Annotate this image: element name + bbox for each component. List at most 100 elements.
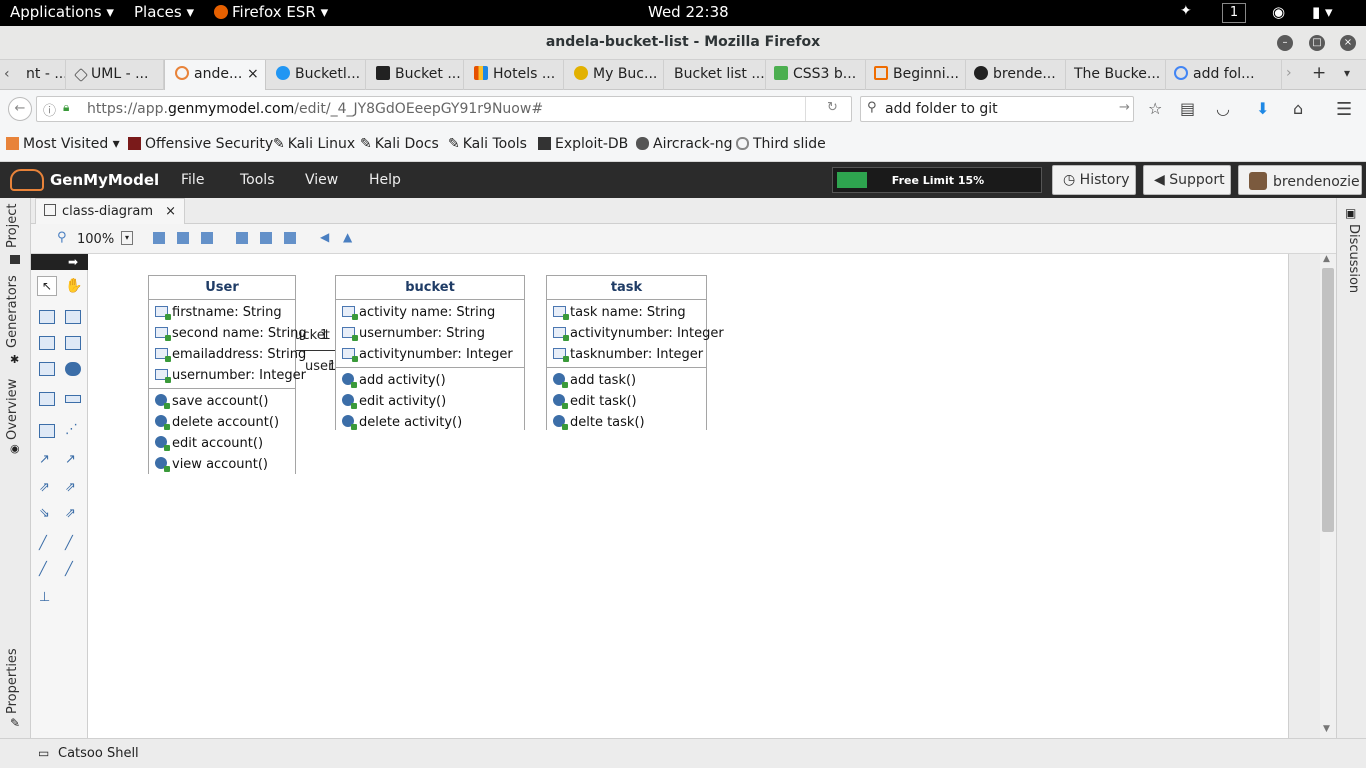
close-doc-tab-icon[interactable]: × (165, 204, 176, 219)
attribute-row[interactable]: activitynumber: Integer (547, 323, 724, 344)
workspace-indicator[interactable]: 1 (1222, 3, 1246, 23)
class-name[interactable]: bucket (336, 276, 524, 300)
zoom-select[interactable]: 100% (77, 232, 114, 247)
operation-row[interactable]: view account() (149, 454, 295, 475)
attribute-row[interactable]: usernumber: String (336, 323, 524, 344)
operation-tool-icon[interactable] (65, 362, 81, 376)
pocket-icon[interactable]: ◡ (1216, 99, 1230, 118)
operation-row[interactable]: delete account() (149, 412, 295, 433)
menu-tools[interactable]: Tools (240, 172, 275, 188)
canvas-vertical-scrollbar[interactable]: ▲ ▼ (1320, 254, 1336, 738)
attribute-row[interactable]: tasknumber: Integer (547, 344, 706, 365)
operation-row[interactable]: save account() (149, 391, 295, 412)
class-user[interactable]: User firstname: String second name: Stri… (148, 275, 307, 477)
attribute-row[interactable]: activity name: String (336, 302, 524, 323)
clock[interactable]: Wed 22:38 (648, 3, 729, 21)
dependency-tool-icon[interactable]: ⇗ (39, 480, 50, 495)
shell-label[interactable]: Catsoo Shell (58, 746, 139, 761)
bookmark-aircrack-ng[interactable]: Aircrack-ng (636, 136, 733, 152)
operation-row[interactable]: edit activity() (336, 391, 524, 412)
class-bucket[interactable]: bucket activity name: String usernumber:… (335, 275, 525, 435)
comment-tool-icon[interactable] (39, 424, 55, 438)
url-bar[interactable]: ⓘ 🔒︎ https://app.genmymodel.com/edit/_4_… (36, 96, 852, 122)
tab-1[interactable]: UML - ... (66, 60, 164, 90)
literal-tool-icon[interactable] (65, 395, 81, 403)
side-tab-project[interactable]: Project (5, 204, 20, 248)
tab-5[interactable]: Hotels ... (464, 60, 564, 90)
interface-tool-icon[interactable] (39, 336, 55, 350)
operation-row[interactable]: edit account() (149, 433, 295, 454)
operation-row[interactable]: add activity() (336, 370, 524, 391)
attribute-row[interactable]: activitynumber: Integer (336, 344, 524, 365)
user-menu-button[interactable]: brendenozie (1238, 165, 1362, 195)
bookmark-kali-docs[interactable]: ✎ Kali Docs (360, 136, 439, 152)
package-tool-icon[interactable] (39, 310, 55, 324)
hand-tool-icon[interactable]: ✋ (65, 278, 82, 294)
downloads-icon[interactable]: ⬇ (1256, 99, 1269, 118)
close-tab-icon[interactable]: × (247, 66, 259, 82)
tab-3[interactable]: Bucketl... (266, 60, 366, 90)
undo-icon[interactable]: ◀ (320, 230, 329, 244)
usage-tool-icon[interactable]: ⇘ (39, 506, 50, 521)
tab-10[interactable]: brende... (966, 60, 1066, 90)
places-menu[interactable]: Places ▾ (134, 3, 194, 21)
applications-menu[interactable]: Applications ▾ (10, 3, 114, 21)
home-icon[interactable]: ⌂ (1293, 99, 1303, 118)
operation-row[interactable]: add task() (547, 370, 706, 391)
tab-7[interactable]: Bucket list ... (664, 60, 766, 90)
redo-icon[interactable]: ▲ (343, 230, 352, 244)
align-right-icon[interactable] (284, 232, 296, 244)
tab-class-diagram[interactable]: class-diagram × (35, 198, 186, 224)
align-top-icon[interactable] (153, 232, 165, 244)
tab-2-active[interactable]: ande... × (164, 60, 266, 91)
bookmark-star-icon[interactable]: ☆ (1148, 99, 1162, 118)
bookmark-most-visited[interactable]: Most Visited ▾ (6, 136, 120, 152)
search-input[interactable]: add folder to git (885, 101, 998, 117)
line-tool-icon[interactable]: ╱ (39, 536, 47, 551)
scrollbar-thumb[interactable] (1322, 268, 1334, 532)
history-button[interactable]: ◷ History (1052, 165, 1136, 195)
align-center-icon[interactable] (260, 232, 272, 244)
lock-icon[interactable]: 🔒︎ (63, 100, 69, 115)
bookmark-kali-tools[interactable]: ✎ Kali Tools (448, 136, 527, 152)
attribute-row[interactable]: second name: String (149, 323, 307, 344)
search-go-icon[interactable]: → (1119, 100, 1130, 115)
generalization-tool-icon[interactable]: ⇗ (65, 506, 76, 521)
stereotype-tool-icon[interactable]: ⊥ (39, 590, 50, 605)
close-window-button[interactable]: × (1340, 35, 1356, 51)
connector-tool-icon[interactable]: ╱ (39, 562, 47, 577)
zoom-dropdown-icon[interactable]: ▾ (121, 231, 133, 245)
tabs-scroll-right-icon[interactable]: › (1286, 65, 1292, 81)
minimize-button[interactable]: – (1277, 35, 1293, 51)
realization-tool-icon[interactable]: ⇗ (65, 480, 76, 495)
reading-list-icon[interactable]: ▤ (1180, 99, 1195, 118)
info-icon[interactable]: ⓘ (43, 100, 56, 119)
search-bar[interactable]: ⚲ add folder to git → (860, 96, 1134, 122)
diagram-canvas[interactable]: bucket 1 user 1 User firstname: String s… (88, 254, 1289, 738)
class-tool-icon[interactable] (65, 310, 81, 324)
tab-12[interactable]: add fol... (1166, 60, 1282, 90)
new-tab-button[interactable]: + (1312, 63, 1326, 83)
firefox-app-menu[interactable]: Firefox ESR ▾ (214, 3, 328, 21)
scroll-down-icon[interactable]: ▼ (1323, 724, 1330, 734)
bookmark-third-slide[interactable]: Third slide (736, 136, 826, 152)
tab-11[interactable]: The Bucke... (1066, 60, 1166, 90)
tab-6[interactable]: My Buc... (564, 60, 664, 90)
menu-help[interactable]: Help (369, 172, 401, 188)
menu-file[interactable]: File (181, 172, 204, 188)
select-tool-icon[interactable]: ↖ (37, 276, 57, 296)
scroll-up-icon[interactable]: ▲ (1323, 254, 1330, 264)
hamburger-menu-icon[interactable]: ☰ (1336, 99, 1352, 120)
bookmark-offensive-security[interactable]: Offensive Security (128, 136, 273, 152)
side-tab-discussion[interactable]: Discussion (1346, 224, 1361, 293)
dashed-link-tool-icon[interactable]: ⋰ (65, 422, 78, 437)
menu-view[interactable]: View (305, 172, 338, 188)
maximize-button[interactable]: □ (1309, 35, 1325, 51)
battery-icon[interactable]: ▮ ▾ (1312, 3, 1333, 21)
class-name[interactable]: task (547, 276, 706, 300)
association-mult-bucket[interactable]: 1 (320, 328, 328, 343)
side-tab-overview[interactable]: Overview (5, 379, 20, 440)
attribute-row[interactable]: firstname: String (149, 302, 295, 323)
align-left-icon[interactable] (236, 232, 248, 244)
tabs-scroll-left-icon[interactable]: ‹ (4, 66, 10, 82)
